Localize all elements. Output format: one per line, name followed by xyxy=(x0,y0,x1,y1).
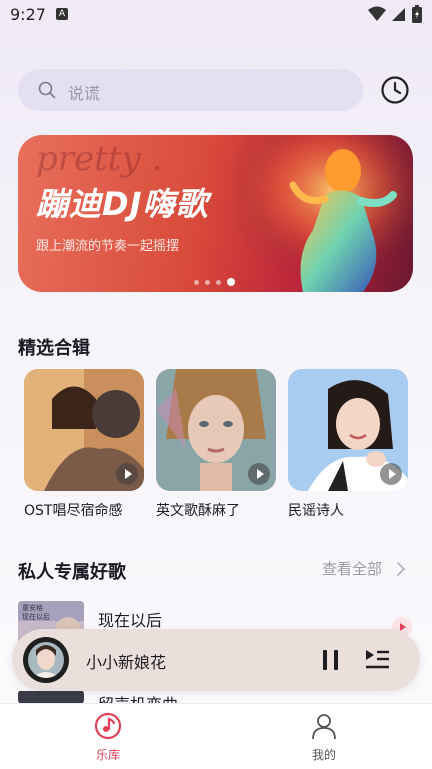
now-playing-title: 小小新娘花 xyxy=(86,653,167,672)
now-playing-disc xyxy=(23,637,69,683)
notification-icon: A xyxy=(56,8,68,20)
bottom-nav: 乐库 我的 xyxy=(0,703,432,769)
banner-decoration: pretty . xyxy=(36,139,163,179)
banner-dancer-image xyxy=(233,135,413,292)
nav-label-library: 乐库 xyxy=(95,748,120,762)
playlist-card[interactable]: 民谣诗人 xyxy=(288,369,408,520)
carousel-dot[interactable] xyxy=(216,279,221,285)
pause-icon xyxy=(323,650,338,670)
playlist-card[interactable]: OST唱尽宿命感 xyxy=(24,369,144,520)
play-button[interactable] xyxy=(248,463,270,485)
carousel-dot[interactable] xyxy=(205,279,210,285)
banner-subtitle: 跟上潮流的节奏一起摇摆 xyxy=(36,239,180,254)
search-input[interactable]: 说谎 xyxy=(18,69,363,111)
play-button[interactable] xyxy=(380,463,402,485)
mini-player[interactable]: 小小新娘花 xyxy=(12,629,420,691)
see-all-link[interactable]: 查看全部 xyxy=(322,558,382,579)
play-icon xyxy=(389,469,396,479)
play-button[interactable] xyxy=(116,463,138,485)
status-bar: 9:27 A xyxy=(0,0,432,30)
song-cover xyxy=(18,690,84,704)
chevron-right-icon[interactable] xyxy=(396,561,406,577)
playlist-cover xyxy=(156,369,276,491)
pause-button[interactable] xyxy=(319,648,343,672)
carousel-dot[interactable] xyxy=(194,279,199,285)
banner-title: 蹦迪DJ嗨歌 xyxy=(36,185,209,223)
playlist-cover xyxy=(24,369,144,491)
banner-carousel[interactable]: pretty . 蹦迪DJ嗨歌 跟上潮流的节奏一起摇摆 xyxy=(18,135,413,292)
now-playing-cover xyxy=(28,642,64,678)
user-icon xyxy=(312,714,336,740)
nav-item-mine[interactable]: 我的 xyxy=(294,712,354,763)
song-title: 现在以后 xyxy=(98,611,163,630)
playlist-card[interactable]: 英文歌酥麻了 xyxy=(156,369,276,520)
play-icon xyxy=(125,469,132,479)
play-icon xyxy=(257,469,264,479)
search-icon xyxy=(38,81,56,99)
playlist-title: OST唱尽宿命感 xyxy=(24,503,123,519)
wifi-icon xyxy=(368,6,386,21)
playlist-title: 英文歌酥麻了 xyxy=(156,503,240,519)
status-icons xyxy=(368,5,422,23)
playlist-cover xyxy=(288,369,408,491)
svg-text:童安格: 童安格 xyxy=(22,603,43,612)
section-title-private: 私人专属好歌 xyxy=(18,562,126,583)
svg-text:现在以后: 现在以后 xyxy=(22,612,50,621)
playlist-icon xyxy=(366,650,389,669)
signal-icon xyxy=(392,8,405,21)
nav-item-library[interactable]: 乐库 xyxy=(78,712,138,763)
status-time: 9:27 xyxy=(10,5,46,24)
section-title-featured: 精选合辑 xyxy=(18,338,90,359)
now-playing-cover-image xyxy=(28,642,64,678)
playlist-queue-button[interactable] xyxy=(363,646,391,674)
carousel-dot-active[interactable] xyxy=(227,278,235,286)
nav-label-mine: 我的 xyxy=(311,748,336,762)
search-placeholder: 说谎 xyxy=(68,84,101,103)
carousel-indicator xyxy=(194,278,235,286)
playlist-title: 民谣诗人 xyxy=(288,503,344,519)
battery-icon xyxy=(412,5,422,23)
clock-icon xyxy=(381,76,409,104)
music-note-icon xyxy=(94,712,122,740)
history-button[interactable] xyxy=(380,75,410,105)
